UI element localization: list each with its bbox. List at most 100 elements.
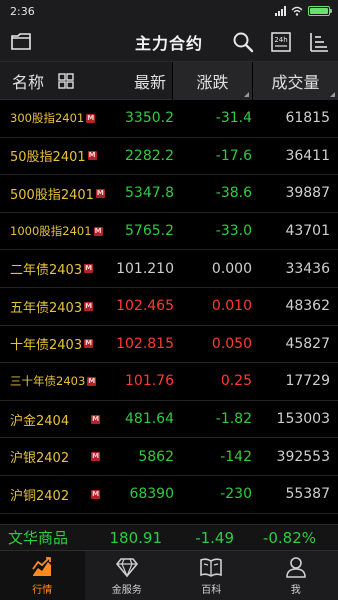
- volume: 33436: [285, 260, 330, 277]
- latest-price: 2282.2: [125, 147, 174, 164]
- latest-price: 5347.8: [125, 185, 174, 202]
- column-change[interactable]: 涨跌: [172, 61, 252, 100]
- volume: 43701: [285, 223, 330, 240]
- table-row[interactable]: 十年债2403 M 102.815 0.050 45827: [0, 326, 338, 364]
- tab-encyclopedia[interactable]: 百科: [169, 551, 254, 600]
- tab-quotes[interactable]: 行情: [0, 551, 85, 600]
- sort-list-icon[interactable]: [308, 31, 330, 53]
- tab-gold-service[interactable]: 金服务: [85, 551, 170, 600]
- tab-label: 我: [290, 585, 301, 596]
- tab-label: 行情: [32, 585, 53, 596]
- contract-name: 五年债2403: [10, 300, 83, 316]
- main-contract-badge: M: [84, 264, 94, 274]
- bottom-tab-bar: 行情 金服务 百科 我: [0, 550, 338, 600]
- page-title: 主力合约: [134, 33, 203, 53]
- ticker-value: 180.91: [109, 528, 163, 547]
- price-change: 0.010: [211, 298, 252, 315]
- price-change: 0.000: [211, 260, 252, 277]
- volume: 55387: [285, 486, 330, 503]
- book-icon: [200, 558, 223, 577]
- main-contract-badge: M: [87, 151, 97, 161]
- ticker-percent: -0.82%: [262, 528, 316, 547]
- volume: 392553: [276, 448, 330, 465]
- table-row[interactable]: 二年债2403 M 101.210 0.000 33436: [0, 250, 338, 288]
- contract-name: 沪金2404: [10, 413, 70, 429]
- latest-price: 5862: [138, 448, 174, 465]
- chart-icon: [32, 557, 52, 576]
- table-row[interactable]: 沪铜2402 M 68390 -230 55387: [0, 476, 338, 514]
- table-row[interactable]: 1000股指2401 M 5765.2 -33.0 43701: [0, 213, 338, 251]
- contract-name: 沪铜2402: [10, 488, 70, 504]
- volume: 61815: [285, 110, 330, 127]
- column-volume[interactable]: 成交量: [252, 61, 338, 100]
- 24h-icon[interactable]: 24h: [270, 31, 292, 53]
- title-bar: 主力合约 24h: [0, 22, 338, 62]
- tab-label: 金服务: [111, 585, 142, 596]
- contract-name: 300股指2401: [10, 111, 85, 126]
- signal-icon: [275, 6, 286, 16]
- app-screen: 2:36 主力合约 24h 名称 最新 涨跌 成交量 300股指2401 M 3…: [0, 0, 338, 600]
- latest-price: 101.76: [125, 373, 174, 390]
- table-row[interactable]: 500股指2401 M 5347.8 -38.6 39887: [0, 175, 338, 213]
- table-row[interactable]: 300股指2401 M 3350.2 -31.4 61815: [0, 100, 338, 138]
- column-name-label: 名称: [12, 72, 45, 92]
- table-row[interactable]: 沪银2402 M 5862 -142 392553: [0, 438, 338, 476]
- price-change: -38.6: [215, 185, 252, 202]
- tab-me[interactable]: 我: [254, 551, 338, 600]
- person-icon: [285, 557, 306, 578]
- table-row[interactable]: 五年债2403 M 102.465 0.010 48362: [0, 288, 338, 326]
- column-name[interactable]: 名称: [0, 69, 96, 93]
- column-header: 名称 最新 涨跌 成交量: [0, 61, 338, 100]
- main-contract-badge: M: [91, 452, 101, 462]
- price-change: -17.6: [215, 147, 252, 164]
- grid-icon[interactable]: [58, 72, 74, 89]
- volume: 48362: [285, 298, 330, 315]
- contract-name: 500股指2401: [10, 187, 94, 203]
- status-time: 2:36: [10, 4, 35, 18]
- table-row[interactable]: 50股指2401 M 2282.2 -17.6 36411: [0, 138, 338, 176]
- price-change: -33.0: [215, 223, 252, 240]
- tab-label: 百科: [201, 585, 222, 596]
- folder-icon[interactable]: [10, 31, 32, 53]
- main-contract-badge: M: [91, 489, 101, 499]
- price-change: 0.050: [211, 335, 252, 352]
- price-change: -230: [220, 486, 252, 503]
- price-change: -1.82: [215, 411, 252, 428]
- svg-text:24h: 24h: [274, 36, 287, 44]
- main-contract-badge: M: [84, 301, 94, 311]
- main-contract-badge: M: [86, 113, 96, 123]
- price-change: -31.4: [215, 110, 252, 127]
- search-icon[interactable]: [232, 31, 254, 53]
- table-row[interactable]: 三十年债2403 M 101.76 0.25 17729: [0, 363, 338, 401]
- contract-name: 二年债2403: [10, 263, 83, 279]
- contract-name: 50股指2401: [10, 150, 86, 166]
- contract-name: 1000股指2401: [10, 224, 92, 239]
- column-change-label: 涨跌: [196, 72, 229, 92]
- column-volume-label: 成交量: [271, 72, 320, 92]
- contract-name: 沪银2402: [10, 451, 70, 467]
- status-bar: 2:36: [0, 0, 338, 22]
- main-contract-badge: M: [95, 188, 105, 198]
- main-contract-badge: M: [84, 339, 94, 349]
- table-row[interactable]: 沪金2404 M 481.64 -1.82 153003: [0, 401, 338, 439]
- volume: 45827: [285, 335, 330, 352]
- contract-name: 十年债2403: [10, 338, 83, 354]
- quote-list: 300股指2401 M 3350.2 -31.4 61815 50股指2401 M …: [0, 100, 338, 524]
- latest-price: 3350.2: [125, 110, 174, 127]
- latest-price: 102.815: [116, 335, 174, 352]
- diamond-icon: [115, 558, 138, 578]
- volume: 39887: [285, 185, 330, 202]
- volume: 153003: [276, 411, 330, 428]
- wifi-icon: [291, 6, 303, 16]
- status-icons: [275, 6, 332, 16]
- volume: 17729: [285, 373, 330, 390]
- main-contract-badge: M: [93, 226, 103, 236]
- column-latest[interactable]: 最新: [96, 69, 172, 93]
- price-change: -142: [220, 448, 252, 465]
- latest-price: 481.64: [125, 411, 174, 428]
- ticker-name: 文华商品: [8, 529, 69, 547]
- latest-price: 68390: [129, 486, 174, 503]
- main-contract-badge: M: [87, 376, 97, 386]
- index-ticker[interactable]: 文华商品 180.91 -1.49 -0.82%: [0, 524, 338, 550]
- latest-price: 101.210: [116, 260, 174, 277]
